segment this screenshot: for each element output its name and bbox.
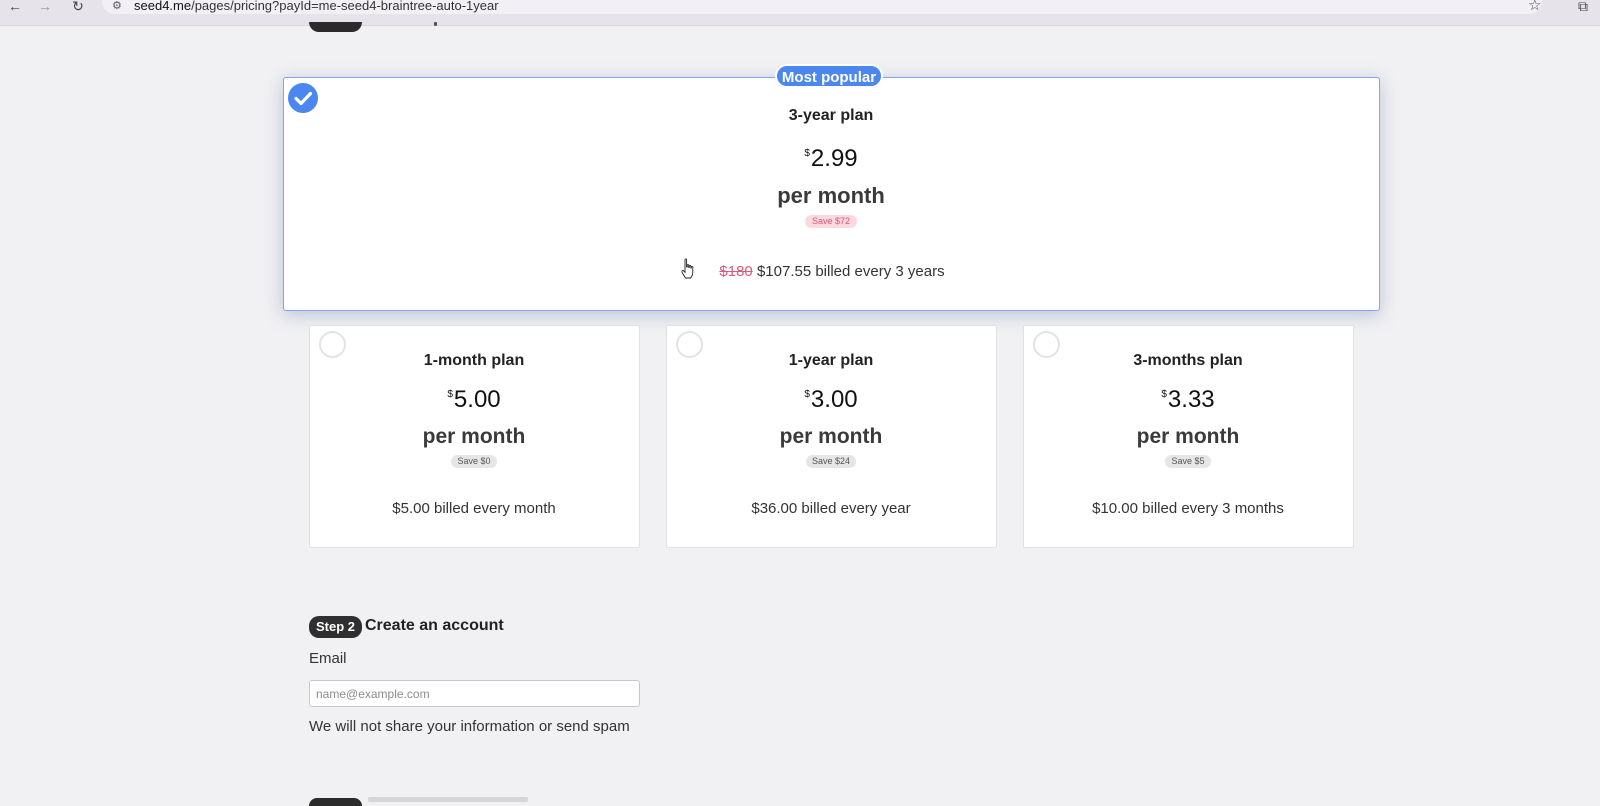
plan-period: per month bbox=[779, 425, 883, 448]
plan-price: $3.00 bbox=[804, 386, 858, 413]
save-badge: Save $24 bbox=[806, 455, 856, 468]
selected-check-icon[interactable] bbox=[288, 83, 318, 113]
most-popular-badge: Most popular bbox=[775, 64, 883, 88]
billing-summary: $180 $107.55 billed every 3 years bbox=[719, 263, 945, 280]
site-settings-icon[interactable]: ⚙ bbox=[112, 0, 122, 12]
step-3-title-fragment bbox=[368, 797, 528, 802]
email-label: Email bbox=[309, 650, 347, 667]
currency-symbol: $ bbox=[804, 148, 810, 159]
browser-toolbar: ← → ↻ ⚙ seed4.me/pages/pricing?payId=me-… bbox=[0, 0, 1600, 26]
save-badge: Save $0 bbox=[451, 455, 497, 468]
billing-summary: $36.00 billed every year bbox=[751, 500, 911, 517]
save-badge: Save $5 bbox=[1165, 455, 1211, 468]
plan-price: $2.99 bbox=[804, 145, 858, 172]
plan-radio-1-year[interactable] bbox=[676, 331, 703, 358]
url-text[interactable]: seed4.me/pages/pricing?payId=me-seed4-br… bbox=[134, 0, 499, 13]
plan-title: 1-year plan bbox=[788, 352, 874, 369]
plan-period: per month bbox=[422, 425, 526, 448]
privacy-note: We will not share your information or se… bbox=[309, 718, 630, 735]
step-2-badge: Step 2 bbox=[309, 616, 362, 638]
plan-radio-3-months[interactable] bbox=[1033, 331, 1060, 358]
plan-title: 3-months plan bbox=[1133, 352, 1243, 369]
old-price: $180 bbox=[719, 263, 753, 280]
save-badge: Save $72 bbox=[805, 215, 857, 228]
currency-symbol: $ bbox=[447, 389, 453, 400]
plan-title: 1-month plan bbox=[423, 352, 525, 369]
reload-icon[interactable]: ↻ bbox=[69, 0, 87, 14]
step-2-title: Create an account bbox=[365, 617, 504, 634]
step-3-badge bbox=[309, 798, 362, 806]
step-1-badge bbox=[309, 22, 362, 32]
plan-price: $3.33 bbox=[1161, 386, 1215, 413]
plan-period: per month bbox=[777, 183, 885, 208]
currency-symbol: $ bbox=[804, 389, 810, 400]
address-bar[interactable]: ⚙ seed4.me/pages/pricing?payId=me-seed4-… bbox=[102, 0, 1542, 14]
plan-radio-1-month[interactable] bbox=[319, 331, 346, 358]
forward-arrow-icon[interactable]: → bbox=[36, 0, 54, 14]
step-1-title-fragment bbox=[434, 22, 437, 26]
billing-summary: $5.00 billed every month bbox=[392, 500, 556, 517]
currency-symbol: $ bbox=[1161, 389, 1167, 400]
back-arrow-icon[interactable]: ← bbox=[6, 0, 24, 14]
hand-cursor-icon bbox=[681, 258, 694, 279]
email-field[interactable] bbox=[309, 680, 640, 707]
plan-price: $5.00 bbox=[447, 386, 501, 413]
plan-title: 3-year plan bbox=[788, 107, 874, 124]
plan-period: per month bbox=[1136, 425, 1240, 448]
star-icon[interactable]: ☆ bbox=[1528, 0, 1541, 13]
billing-summary: $10.00 billed every 3 months bbox=[1092, 500, 1284, 517]
extensions-icon[interactable]: ⧉ bbox=[1578, 0, 1588, 13]
